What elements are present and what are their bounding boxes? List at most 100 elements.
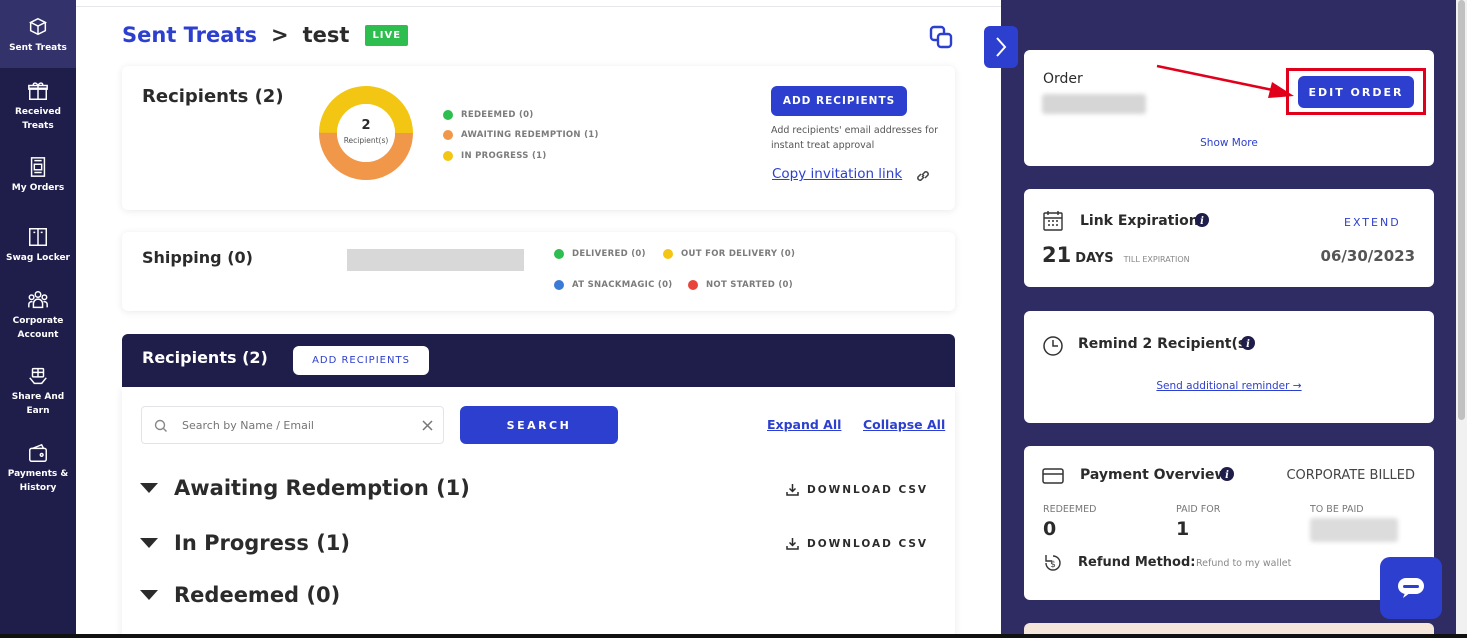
add-recipients-button[interactable]: ADD RECIPIENTS (771, 86, 907, 116)
panel-toggle-button[interactable] (984, 26, 1018, 68)
sidebar-item-received-treats[interactable]: Received Treats (0, 80, 76, 140)
info-icon[interactable]: i (1195, 213, 1209, 227)
payment-overview-card: Payment Overview i CORPORATE BILLED REDE… (1024, 446, 1434, 600)
paid-for-value: 1 (1176, 518, 1190, 540)
group-title: Awaiting Redemption (1) (174, 476, 470, 500)
calendar-icon (1043, 211, 1063, 231)
legend-redeemed: REDEEMED (0) (443, 110, 534, 120)
paid-for-label: PAID FOR (1176, 504, 1221, 515)
copy-invitation-link[interactable]: Copy invitation link (772, 166, 902, 182)
download-csv-awaiting[interactable]: DOWNLOAD CSV (786, 483, 928, 496)
info-icon[interactable]: i (1241, 336, 1255, 350)
payment-overview-title: Payment Overview (1080, 467, 1228, 483)
sidebar-item-label: My Orders (11, 183, 65, 193)
edit-order-button[interactable]: EDIT ORDER (1298, 76, 1414, 108)
page-scrollbar[interactable] (1456, 0, 1467, 638)
caret-down-icon[interactable] (140, 538, 158, 548)
recipients-donut-chart (319, 86, 413, 180)
sidebar-item-sent-treats[interactable]: Sent Treats (0, 0, 76, 68)
shipping-title: Shipping (0) (142, 248, 253, 267)
group-awaiting-redemption[interactable]: Awaiting Redemption (1) (140, 476, 470, 500)
chat-icon (1398, 578, 1424, 598)
shipping-card: Shipping (0) DELIVERED (0) OUT FOR DELIV… (122, 232, 955, 311)
sidebar-item-label: Swag Locker (6, 253, 70, 263)
refund-method-value: Refund to my wallet (1196, 558, 1292, 569)
svg-text:$: $ (1050, 560, 1056, 570)
status-badge: LIVE (365, 24, 409, 46)
top-divider (76, 0, 1001, 7)
left-sidebar: Sent Treats Received Treats My Orders Swa… (0, 0, 76, 638)
donut-count: 2 (361, 118, 371, 133)
info-icon[interactable]: i (1220, 467, 1234, 481)
refund-icon: $ (1045, 555, 1061, 571)
next-card-peek (1024, 623, 1434, 634)
to-be-paid-value-redacted (1310, 518, 1398, 542)
locker-icon (29, 228, 47, 246)
svg-text:i: i (1246, 339, 1250, 350)
redeemed-value: 0 (1043, 518, 1057, 540)
group-title: In Progress (1) (174, 531, 350, 555)
bottom-edge (0, 634, 1467, 638)
recipients-list-title: Recipients (2) (142, 348, 268, 367)
send-reminder-link[interactable]: Send additional reminder → (1024, 380, 1434, 392)
clear-icon[interactable] (421, 419, 434, 432)
legend-not-started: NOT STARTED (0) (688, 280, 793, 290)
caret-down-icon[interactable] (140, 590, 158, 600)
legend-out-for-delivery: OUT FOR DELIVERY (0) (663, 249, 795, 259)
chat-widget-button[interactable] (1380, 557, 1442, 619)
billing-type: CORPORATE BILLED (1286, 468, 1415, 483)
to-be-paid-label: TO BE PAID (1310, 504, 1364, 515)
link-icon[interactable] (915, 168, 931, 184)
group-in-progress[interactable]: In Progress (1) (140, 531, 350, 555)
gift-icon (28, 82, 48, 100)
legend-at-snackmagic: AT SNACKMAGIC (0) (554, 280, 672, 290)
page-title: test (302, 23, 350, 47)
add-recipients-help: Add recipients' email addresses for inst… (771, 125, 939, 151)
sidebar-item-swag-locker[interactable]: Swag Locker (0, 226, 76, 270)
recipients-summary-card: Recipients (2) 2 Recipient(s) REDEEMED (… (122, 66, 955, 210)
download-csv-in-progress[interactable]: DOWNLOAD CSV (786, 537, 928, 550)
wallet-icon (29, 443, 47, 462)
breadcrumb-separator: > (271, 23, 289, 47)
breadcrumb-sent-treats-link[interactable]: Sent Treats (122, 23, 257, 47)
group-title: Redeemed (0) (174, 583, 341, 607)
sidebar-item-corporate-account[interactable]: Corporate Account (0, 289, 76, 347)
order-number-redacted (1042, 94, 1146, 114)
extend-link[interactable]: EXTEND (1344, 216, 1401, 229)
search-input[interactable] (182, 415, 412, 435)
duplicate-icon[interactable] (928, 24, 954, 50)
search-button[interactable]: SEARCH (460, 406, 618, 444)
sidebar-item-my-orders[interactable]: My Orders (0, 156, 76, 206)
credit-card-icon (1042, 468, 1064, 484)
show-more-link[interactable]: Show More (1024, 137, 1434, 149)
legend-awaiting-redemption: AWAITING REDEMPTION (1) (443, 130, 599, 140)
recipients-title: Recipients (2) (142, 86, 284, 107)
clock-icon (1043, 336, 1063, 356)
svg-text:i: i (1200, 216, 1204, 227)
sidebar-item-payments-history[interactable]: Payments & History (0, 442, 76, 500)
link-expiration-card: Link Expiration i EXTEND 21 DAYS TILL EX… (1024, 189, 1434, 287)
sidebar-item-label: Sent Treats (9, 43, 67, 53)
scrollbar-thumb[interactable] (1458, 0, 1465, 420)
download-icon (786, 538, 799, 550)
add-recipients-secondary-button[interactable]: ADD RECIPIENTS (293, 346, 429, 375)
collapse-all-link[interactable]: Collapse All (863, 417, 945, 432)
group-redeemed[interactable]: Redeemed (0) (140, 583, 340, 607)
link-expiration-title: Link Expiration (1080, 213, 1199, 229)
receipt-icon (30, 157, 46, 177)
legend-in-progress: IN PROGRESS (1) (443, 151, 547, 161)
breadcrumb: Sent Treats > test LIVE (122, 20, 409, 50)
caret-down-icon[interactable] (140, 483, 158, 493)
search-box (141, 406, 444, 444)
search-icon (154, 419, 167, 432)
expiration-date: 06/30/2023 (1320, 247, 1415, 265)
gift-box-icon (29, 17, 47, 36)
days-remaining: 21 DAYS TILL EXPIRATION (1042, 243, 1190, 267)
download-icon (786, 484, 799, 496)
remind-title: Remind 2 Recipient(s) (1078, 336, 1253, 352)
refund-method-label: Refund Method: (1078, 555, 1196, 570)
donut-label: Recipient(s) (343, 136, 389, 145)
redeemed-label: REDEEMED (1043, 504, 1097, 515)
expand-all-link[interactable]: Expand All (767, 417, 841, 432)
sidebar-item-share-and-earn[interactable]: Share And Earn (0, 365, 76, 423)
